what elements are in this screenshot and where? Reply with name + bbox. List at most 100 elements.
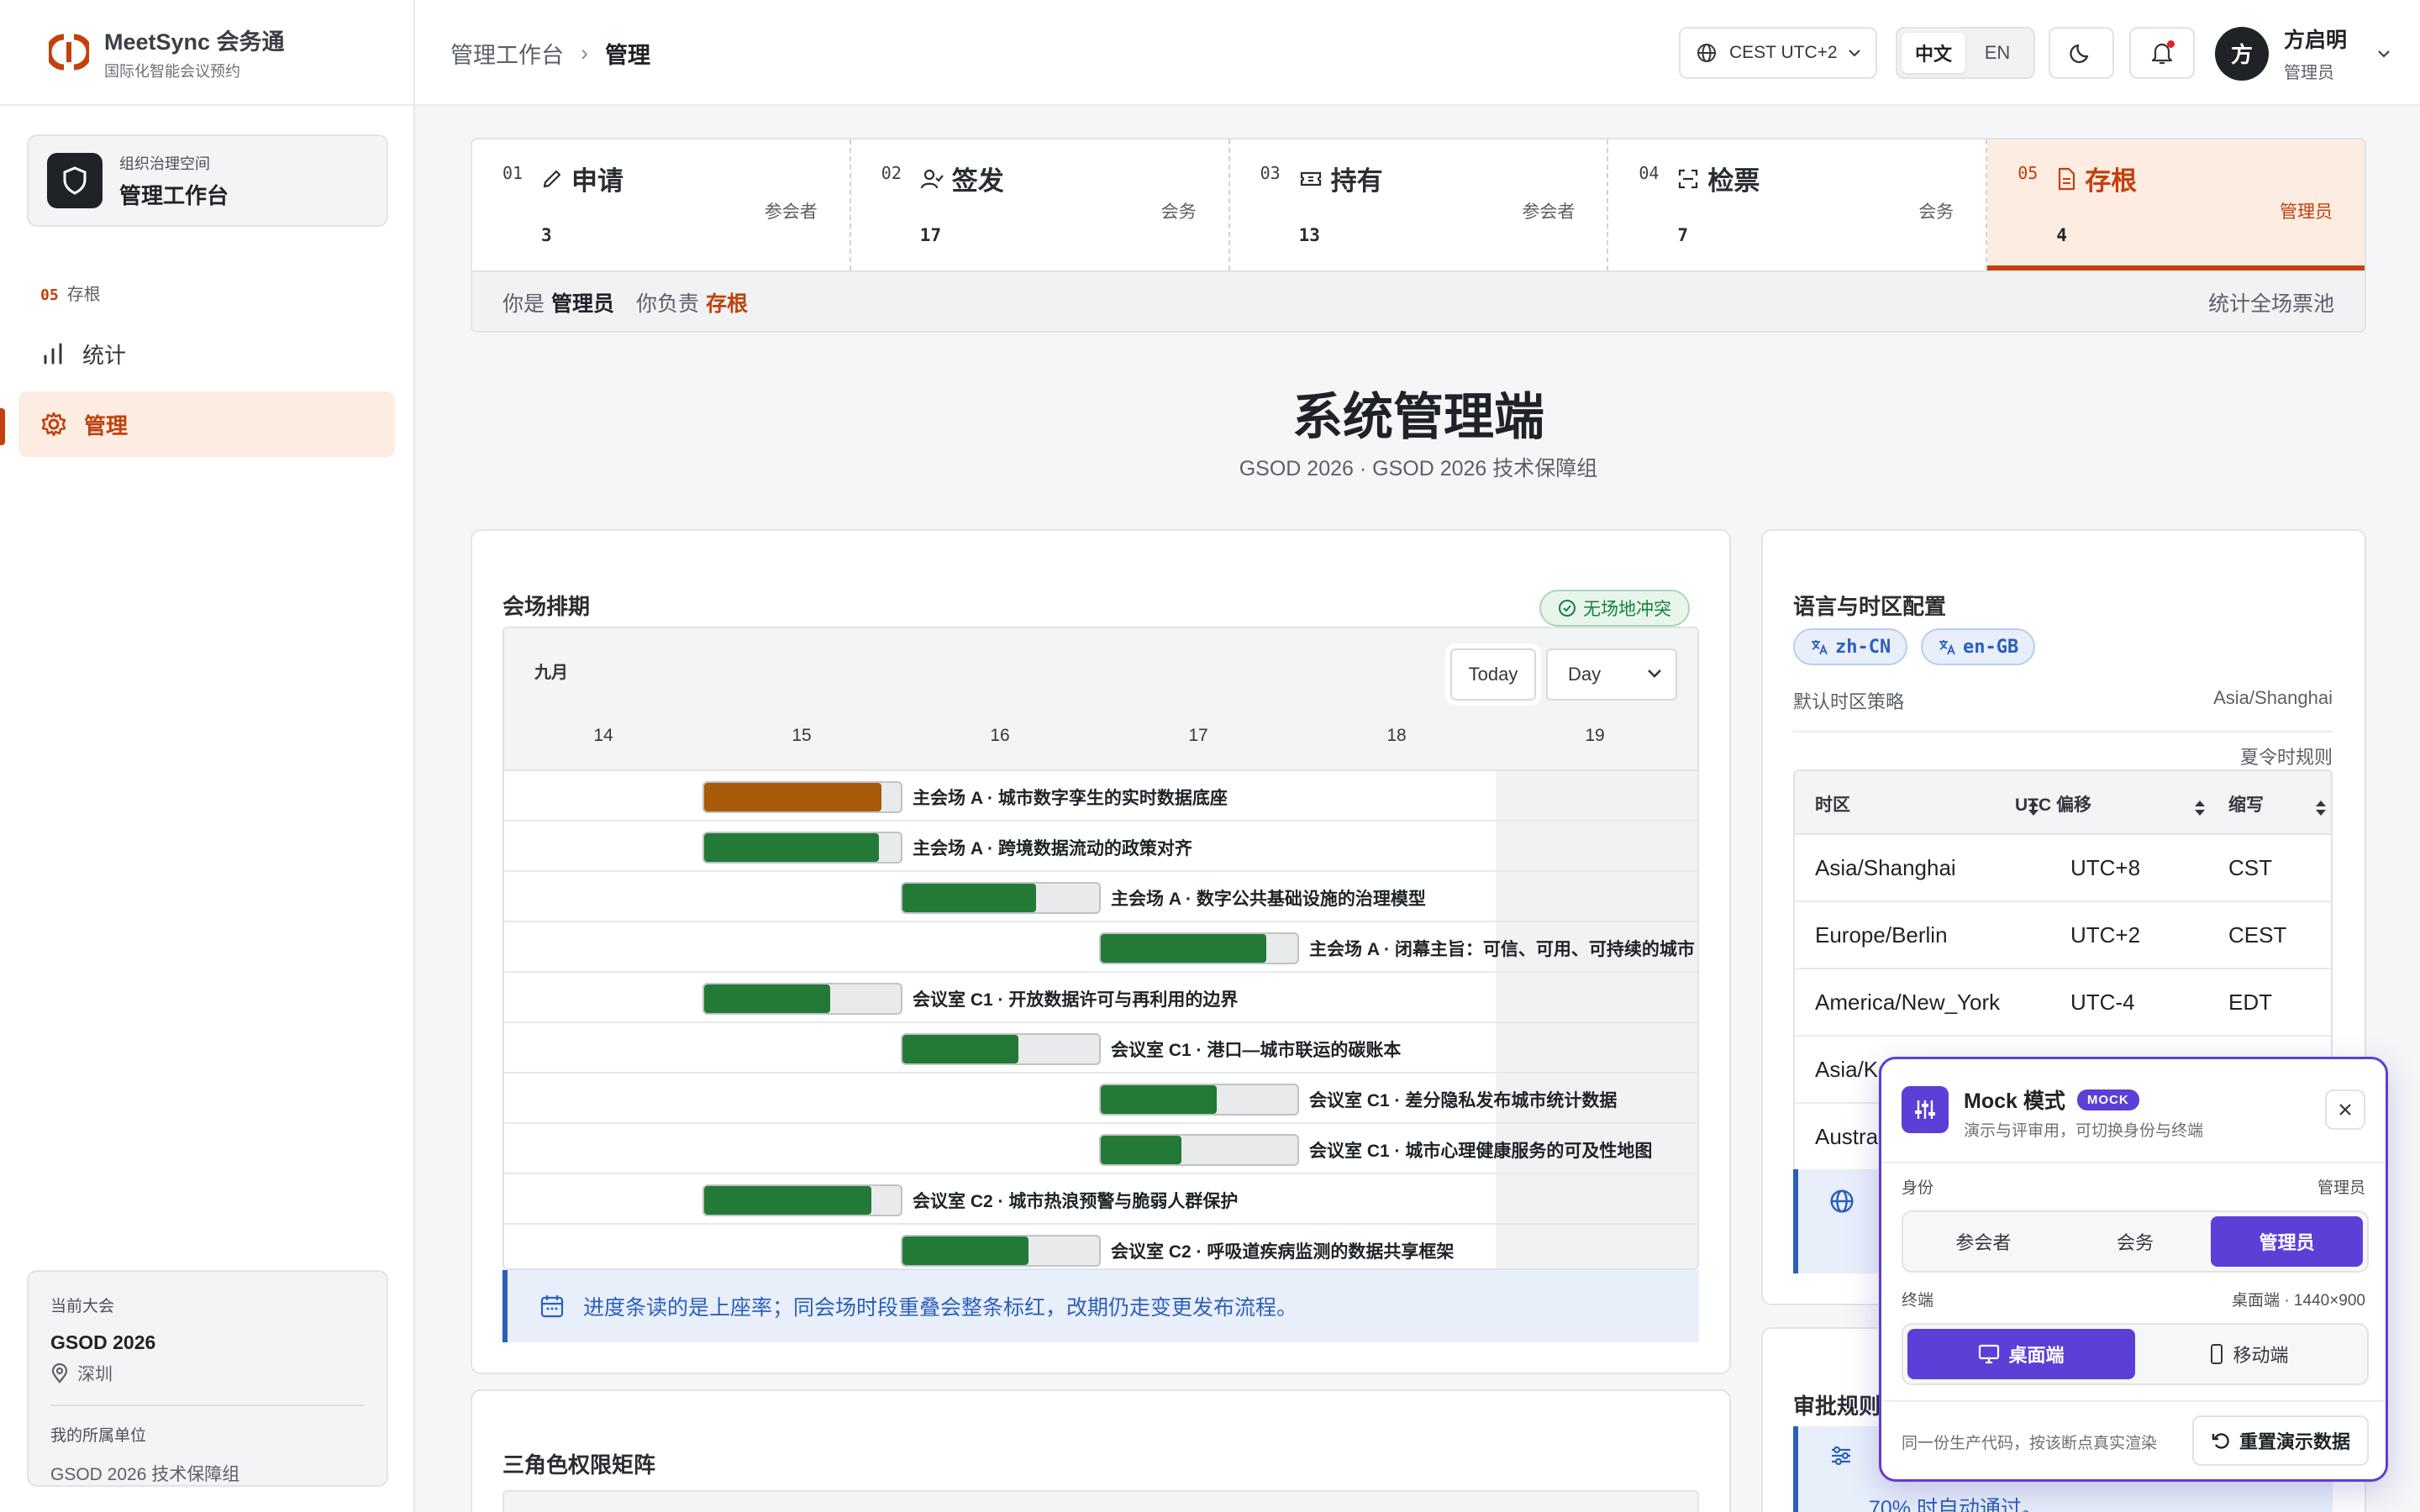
current-stage: 存根 <box>706 292 749 316</box>
close-button[interactable] <box>2325 1089 2365 1130</box>
sort-icon[interactable] <box>2193 798 2207 818</box>
step-stub[interactable]: 05 存根 管理员 4 <box>1987 139 2365 270</box>
conference-name: GSOD 2026 <box>50 1331 156 1353</box>
brand[interactable]: MeetSync 会务通 国际化智能会议预约 <box>0 0 413 106</box>
mock-title: Mock 模式 MOCK <box>1964 1084 2139 1115</box>
current-role: 管理员 <box>551 292 615 316</box>
sidebar-item-stats[interactable]: 统计 <box>18 321 395 386</box>
session-bar[interactable] <box>702 781 902 813</box>
chevron-down-icon <box>1648 669 1661 678</box>
table-row: America/New_York UTC-4 EDT <box>1795 969 2331 1037</box>
brand-name: MeetSync 会务通 <box>104 29 285 55</box>
sort-icon[interactable] <box>2027 798 2040 818</box>
schedule-title: 会场排期 <box>502 594 591 619</box>
schedule-tip: 进度条读的是上座率；同会场时段重叠会整条标红，改期仍走变更发布流程。 <box>502 1270 1699 1342</box>
session-bar[interactable] <box>702 1184 902 1216</box>
session-bar[interactable] <box>1099 1134 1299 1166</box>
table-cell: Austra <box>1815 1124 1879 1149</box>
step-issue[interactable]: 02 签发 会务 17 <box>851 139 1230 270</box>
chevron-down-icon <box>1848 50 1860 57</box>
step-count: 17 <box>919 225 942 245</box>
chevron-down-icon <box>2378 50 2390 57</box>
close-icon <box>2339 1104 2351 1116</box>
attendance-fill <box>1101 1085 1218 1114</box>
table-cell: UTC-4 <box>2070 990 2135 1015</box>
gantt-row: 会议室 C1 · 开放数据许可与再利用的边界 <box>504 973 1697 1023</box>
session-bar[interactable] <box>1099 1084 1299 1116</box>
session-bar[interactable] <box>901 1033 1101 1065</box>
step-title: 签发 <box>920 160 1004 197</box>
step-role: 会务 <box>1160 202 1197 222</box>
step-apply[interactable]: 01 申请 参会者 3 <box>472 139 851 270</box>
user-menu[interactable]: 方 方启明 管理员 <box>2215 24 2391 83</box>
section-name: 存根 <box>66 286 101 304</box>
step-hold[interactable]: 03 持有 参会者 13 <box>1230 139 1609 270</box>
gantt-row: 会议室 C1 · 港口—城市联运的碳账本 <box>504 1023 1697 1074</box>
gantt-day-label: 15 <box>792 726 812 745</box>
gantt-row: 会议室 C2 · 城市热浪预警与脆弱人群保护 <box>504 1174 1697 1225</box>
timezone-selector[interactable]: CEST UTC+2 <box>1679 27 1877 79</box>
gantt-day-label: 17 <box>1188 726 1208 745</box>
session-bar[interactable] <box>702 832 902 864</box>
table-cell: Asia/Shanghai <box>1815 855 1956 880</box>
step-number: 02 <box>881 163 902 183</box>
identity-admin[interactable]: 管理员 <box>2211 1216 2364 1267</box>
file-icon <box>2059 167 2075 190</box>
terminal-desktop[interactable]: 桌面端 <box>1907 1329 2135 1379</box>
matrix-table-header <box>502 1490 1699 1512</box>
matrix-title: 三角色权限矩阵 <box>502 1452 656 1478</box>
identity-attendee[interactable]: 参会者 <box>1907 1216 2060 1267</box>
sort-icon[interactable] <box>2314 798 2328 818</box>
identity-staff[interactable]: 会务 <box>2060 1216 2212 1267</box>
sidebar-item-admin[interactable]: 管理 <box>18 391 395 457</box>
pencil-icon <box>543 170 561 187</box>
attendance-fill <box>902 884 1037 912</box>
no-conflict-badge: 无场地冲突 <box>1539 590 1690 627</box>
notifications-button[interactable] <box>2129 27 2195 79</box>
lang-chip-zh[interactable]: zh-CN <box>1793 628 1908 665</box>
lang-chip-en[interactable]: en-GB <box>1921 628 2036 665</box>
sidebar-section-label: 05 存根 <box>40 281 101 305</box>
user-name: 方启明 <box>2284 29 2348 52</box>
view-mode-select[interactable]: Day <box>1546 648 1677 701</box>
session-bar[interactable] <box>702 983 902 1015</box>
shield-icon <box>47 153 103 208</box>
gantt-row: 主会场 A · 跨境数据流动的政策对齐 <box>504 822 1697 872</box>
approval-text: 70% 时自动通过。 <box>1869 1497 2043 1512</box>
terminal-mobile[interactable]: 移动端 <box>2135 1329 2363 1379</box>
attendance-fill <box>704 1186 871 1215</box>
session-label: 主会场 A · 城市数字孪生的实时数据底座 <box>913 789 1228 808</box>
sliders-icon <box>1832 1446 1850 1466</box>
breadcrumb-root[interactable]: 管理工作台 <box>450 37 564 70</box>
calendar-icon <box>540 1295 564 1318</box>
session-label: 会议室 C1 · 开放数据许可与再利用的边界 <box>913 990 1239 1010</box>
user-role: 管理员 <box>2284 64 2334 82</box>
unit-name: GSOD 2026 技术保障组 <box>50 1465 240 1484</box>
step-check-in[interactable]: 04 检票 会务 7 <box>1608 139 1988 270</box>
theme-toggle-button[interactable] <box>2049 27 2114 79</box>
lang-en-button[interactable]: EN <box>1965 33 2029 73</box>
today-button[interactable]: Today <box>1450 648 1536 701</box>
step-number: 05 <box>2018 163 2039 183</box>
pool-stats-link[interactable]: 统计全场票池 <box>2208 287 2334 318</box>
attendance-fill <box>1101 1136 1181 1164</box>
lang-zh-button[interactable]: 中文 <box>1902 33 1965 73</box>
session-bar[interactable] <box>1099 932 1299 964</box>
workspace-switcher[interactable]: 组织治理空间 管理工作台 <box>27 134 388 227</box>
reset-demo-button[interactable]: 重置演示数据 <box>2191 1415 2369 1466</box>
scan-icon <box>1679 169 1698 188</box>
session-label: 会议室 C1 · 城市心理健康服务的可及性地图 <box>1309 1142 1653 1161</box>
terminal-value: 桌面端 · 1440×900 <box>2232 1292 2365 1310</box>
col-abbr[interactable]: 缩写 <box>2228 791 2264 816</box>
gantt-day-label: 19 <box>1585 726 1605 745</box>
session-bar[interactable] <box>901 1235 1101 1267</box>
translate-icon <box>1812 640 1828 655</box>
step-role: 会务 <box>1918 202 1954 222</box>
brand-tagline: 国际化智能会议预约 <box>104 62 240 80</box>
dst-rules-label: 夏令时规则 <box>2239 747 2333 768</box>
session-bar[interactable] <box>901 882 1101 914</box>
col-timezone[interactable]: 时区 <box>1815 791 1850 816</box>
table-cell: CEST <box>2228 922 2287 948</box>
conference-label: 当前大会 <box>50 1298 115 1315</box>
workspace-label: 组织治理空间 <box>119 155 210 172</box>
